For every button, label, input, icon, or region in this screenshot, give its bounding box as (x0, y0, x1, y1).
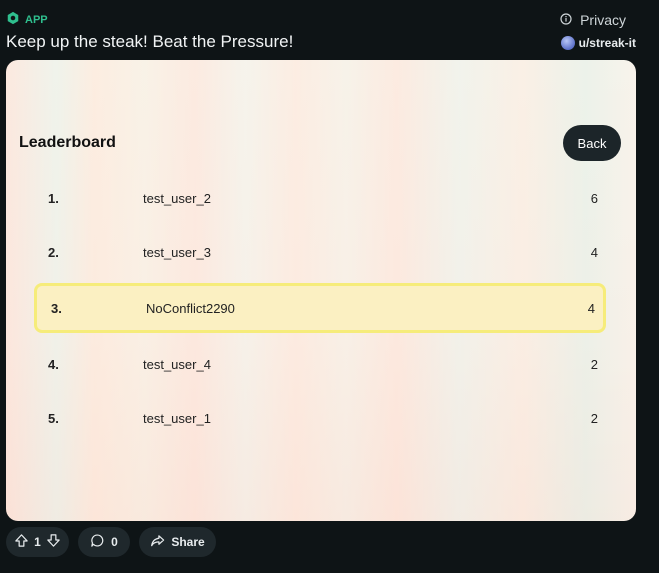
app-tag[interactable]: APP (6, 11, 48, 28)
username: test_user_2 (143, 190, 211, 206)
vote-count: 1 (34, 535, 41, 549)
post-action-bar: 1 0 Share (6, 527, 216, 557)
comment-count: 0 (111, 535, 118, 549)
leaderboard-row: 2. test_user_3 4 (34, 229, 606, 275)
app-label: APP (25, 13, 48, 26)
leaderboard-card: Leaderboard Back 1. test_user_2 6 2. tes… (6, 60, 636, 521)
share-label: Share (171, 535, 205, 549)
score: 2 (590, 356, 598, 372)
share-button[interactable]: Share (139, 527, 216, 557)
info-icon (560, 12, 572, 28)
score: 4 (590, 244, 598, 260)
privacy-link[interactable]: Privacy (560, 12, 626, 28)
share-icon (150, 533, 165, 551)
author-name: u/streak-it (578, 36, 636, 50)
leaderboard-row-current-user: 3. NoConflict2290 4 (34, 283, 606, 333)
username: test_user_1 (143, 410, 211, 426)
username: test_user_4 (143, 356, 211, 372)
rank: 5. (48, 410, 59, 426)
upvote-icon[interactable] (14, 533, 29, 551)
rank: 4. (48, 356, 59, 372)
leaderboard-row: 5. test_user_1 2 (34, 395, 606, 441)
comments-button[interactable]: 0 (78, 527, 130, 557)
privacy-label: Privacy (580, 12, 626, 28)
score: 6 (590, 190, 598, 206)
author-link[interactable]: u/streak-it (560, 36, 636, 50)
score: 2 (590, 410, 598, 426)
downvote-icon[interactable] (46, 533, 61, 551)
leaderboard-row: 4. test_user_4 2 (34, 341, 606, 387)
leaderboard-title: Leaderboard (19, 134, 116, 151)
rank: 2. (48, 244, 59, 260)
username: test_user_3 (143, 244, 211, 260)
score: 4 (587, 300, 595, 316)
leaderboard-row: 1. test_user_2 6 (34, 175, 606, 221)
rank: 1. (48, 190, 59, 206)
vote-control: 1 (6, 527, 69, 557)
username: NoConflict2290 (146, 300, 235, 316)
post-title: Keep up the steak! Beat the Pressure! (6, 32, 294, 51)
back-button[interactable]: Back (563, 125, 621, 161)
rank: 3. (51, 300, 62, 316)
app-icon (6, 11, 20, 28)
comment-icon (90, 533, 105, 551)
avatar (560, 36, 575, 50)
